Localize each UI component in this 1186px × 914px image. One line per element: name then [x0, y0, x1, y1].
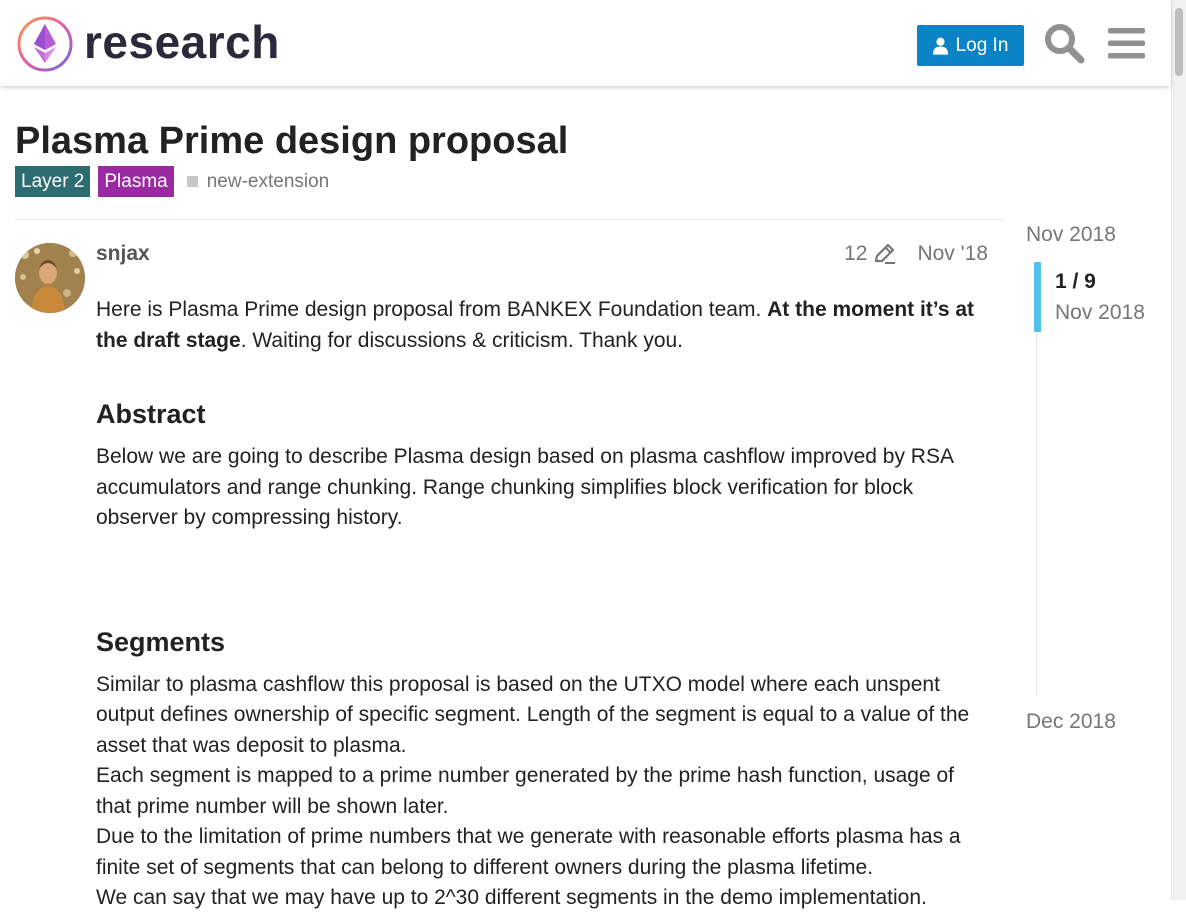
tag-new-extension[interactable]: new-extension: [186, 170, 330, 193]
category-layer-2[interactable]: Layer 2: [15, 166, 91, 197]
timeline-end-date[interactable]: Dec 2018: [1026, 708, 1116, 736]
timeline-handle[interactable]: [1034, 262, 1041, 332]
timeline-start-date[interactable]: Nov 2018: [1026, 221, 1116, 249]
category-plasma[interactable]: Plasma: [98, 166, 174, 197]
hamburger-menu-icon[interactable]: [1106, 21, 1148, 65]
user-avatar[interactable]: [15, 243, 85, 313]
timeline-position-date: Nov 2018: [1055, 301, 1145, 324]
segments-paragraph-4: We can say that we may have up to 2^30 d…: [96, 886, 927, 909]
segments-paragraph-3: Due to the limitation of prime numbers t…: [96, 825, 961, 879]
post-intro-text: Here is Plasma Prime design proposal fro…: [96, 298, 768, 321]
post-body: Here is Plasma Prime design proposal fro…: [96, 295, 991, 914]
timeline-position: 1 / 9: [1055, 270, 1096, 293]
segments-heading: Segments: [96, 626, 226, 657]
page-scrollbar[interactable]: [1171, 0, 1186, 900]
post-intro: Here is Plasma Prime design proposal fro…: [96, 295, 991, 356]
login-button[interactable]: Log In: [917, 25, 1024, 66]
segments-paragraph-2: Each segment is mapped to a prime number…: [96, 764, 955, 818]
pencil-icon: [875, 243, 896, 264]
login-button-label: Log In: [955, 34, 1009, 56]
abstract-heading: Abstract: [96, 399, 206, 429]
topic-title[interactable]: Plasma Prime design proposal: [15, 118, 568, 164]
search-icon[interactable]: [1043, 21, 1085, 65]
site-name[interactable]: research: [84, 14, 280, 70]
scrollbar-thumb[interactable]: [1175, 8, 1183, 76]
edit-count: 12: [844, 242, 868, 265]
user-icon: [932, 37, 948, 55]
abstract-paragraph: Below we are going to describe Plasma de…: [96, 445, 953, 529]
tag-label: new-extension: [206, 170, 330, 192]
post-intro-tail: . Waiting for discussions & criticism. T…: [240, 328, 684, 352]
segments-paragraph-1: Similar to plasma cashflow this proposal…: [96, 672, 970, 757]
site-header: research Log In: [0, 0, 1171, 86]
topic-categories-and-tags: Layer 2 Plasma new-extension: [15, 166, 329, 197]
topic-divider: [15, 219, 1003, 220]
ethereum-research-logo[interactable]: [16, 15, 74, 73]
post-date[interactable]: Nov '18: [917, 240, 988, 268]
post-edit-history[interactable]: 12: [844, 240, 897, 268]
tag-square-icon: [186, 176, 198, 187]
post-username[interactable]: snjax: [96, 240, 150, 268]
post-meta: 12 Nov '18: [844, 240, 988, 268]
